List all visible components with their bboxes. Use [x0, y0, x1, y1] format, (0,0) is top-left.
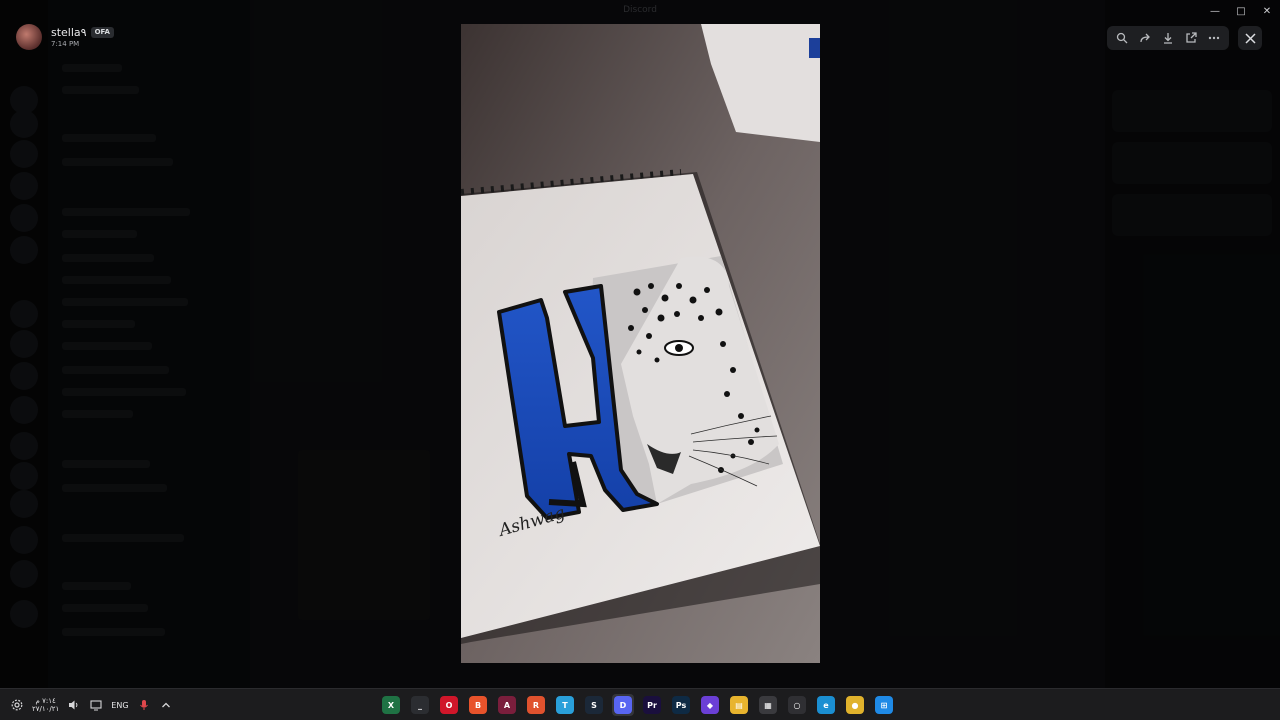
download-icon[interactable]: [1158, 28, 1178, 48]
taskbar-app-glyph: _: [411, 696, 429, 714]
taskbar-app-glyph: ◆: [701, 696, 719, 714]
sketchbook-photo: Ashwag: [461, 24, 820, 663]
window-title: Discord: [623, 5, 657, 15]
taskbar-app-glyph: Pr: [643, 696, 661, 714]
minimize-icon[interactable]: —: [1202, 0, 1228, 22]
taskbar-app-glyph: Ps: [672, 696, 690, 714]
brave-icon[interactable]: B: [467, 694, 489, 716]
chevron-up-icon[interactable]: [159, 698, 173, 712]
taskbar-app-glyph: ⊞: [875, 696, 893, 714]
file-explorer-icon[interactable]: ▤: [728, 694, 750, 716]
microphone-icon[interactable]: [137, 698, 151, 712]
photoshop-icon[interactable]: Ps: [670, 694, 692, 716]
background-pen: [809, 38, 820, 58]
uploader-info[interactable]: stella٩ OFA 7:14 PM: [16, 24, 114, 50]
media-image[interactable]: Ashwag: [461, 24, 820, 663]
window-controls: — □ ✕: [1202, 0, 1280, 22]
discord-icon[interactable]: D: [612, 694, 634, 716]
taskbar-app-glyph: S: [585, 696, 603, 714]
telegram-icon[interactable]: T: [554, 694, 576, 716]
terminal-icon[interactable]: _: [409, 694, 431, 716]
taskbar-app-glyph: ●: [846, 696, 864, 714]
discord-window: Discord — □ ✕ stella٩ OFA 7:14 PM Ashwag…: [0, 0, 1280, 720]
steam-icon[interactable]: S: [583, 694, 605, 716]
taskbar-app-glyph: O: [440, 696, 458, 714]
uploader-meta: stella٩ OFA 7:14 PM: [51, 25, 114, 48]
windows-icon[interactable]: ⊞: [873, 694, 895, 716]
app-icon[interactable]: R: [525, 694, 547, 716]
chrome-icon[interactable]: ●: [844, 694, 866, 716]
taskbar-app-glyph: D: [614, 696, 632, 714]
window-close-icon[interactable]: ✕: [1254, 0, 1280, 22]
edge-icon[interactable]: e: [815, 694, 837, 716]
affinity-icon[interactable]: A: [496, 694, 518, 716]
language-indicator[interactable]: ENG: [111, 701, 128, 710]
network-icon[interactable]: [89, 698, 103, 712]
clock-date: ٢٧/١٠/٢١: [32, 705, 60, 713]
obs-icon[interactable]: ○: [786, 694, 808, 716]
media-toolbar: [1107, 26, 1229, 50]
uploader-name: stella٩: [51, 25, 87, 39]
premiere-icon[interactable]: Pr: [641, 694, 663, 716]
excel-icon[interactable]: X: [380, 694, 402, 716]
taskbar-app-glyph: B: [469, 696, 487, 714]
taskbar-app-glyph: ○: [788, 696, 806, 714]
store-icon[interactable]: ▦: [757, 694, 779, 716]
avatar[interactable]: [16, 24, 42, 50]
system-tray: ٧:١٤ م ٢٧/١٠/٢١ ENG: [10, 689, 173, 720]
maximize-icon[interactable]: □: [1228, 0, 1254, 22]
server-tag-badge: OFA: [90, 26, 114, 38]
taskbar-clock[interactable]: ٧:١٤ م ٢٧/١٠/٢١: [32, 697, 59, 713]
more-options-icon[interactable]: [1204, 28, 1224, 48]
open-external-icon[interactable]: [1181, 28, 1201, 48]
taskbar: ٧:١٤ م ٢٧/١٠/٢١ ENG X _ O B A R T S D Pr Ps ◆ ▤ ▦ ○ e ● ⊞: [0, 688, 1280, 720]
opera-icon[interactable]: O: [438, 694, 460, 716]
upload-time: 7:14 PM: [51, 39, 80, 48]
forward-icon[interactable]: [1135, 28, 1155, 48]
volume-icon[interactable]: [67, 698, 81, 712]
settings-icon[interactable]: [10, 698, 24, 712]
taskbar-app-glyph: A: [498, 696, 516, 714]
taskbar-app-glyph: T: [556, 696, 574, 714]
taskbar-app-glyph: ▤: [730, 696, 748, 714]
taskbar-app-glyph: X: [382, 696, 400, 714]
zoom-icon[interactable]: [1112, 28, 1132, 48]
close-viewer-button[interactable]: [1238, 26, 1262, 50]
taskbar-app-glyph: ▦: [759, 696, 777, 714]
pinned-apps: X _ O B A R T S D Pr Ps ◆ ▤ ▦ ○ e ● ⊞: [380, 693, 895, 717]
taskbar-app-glyph: e: [817, 696, 835, 714]
close-icon: [1244, 32, 1256, 44]
taskbar-app-glyph: R: [527, 696, 545, 714]
clock-time: ٧:١٤ م: [35, 697, 56, 705]
app-icon[interactable]: ◆: [699, 694, 721, 716]
